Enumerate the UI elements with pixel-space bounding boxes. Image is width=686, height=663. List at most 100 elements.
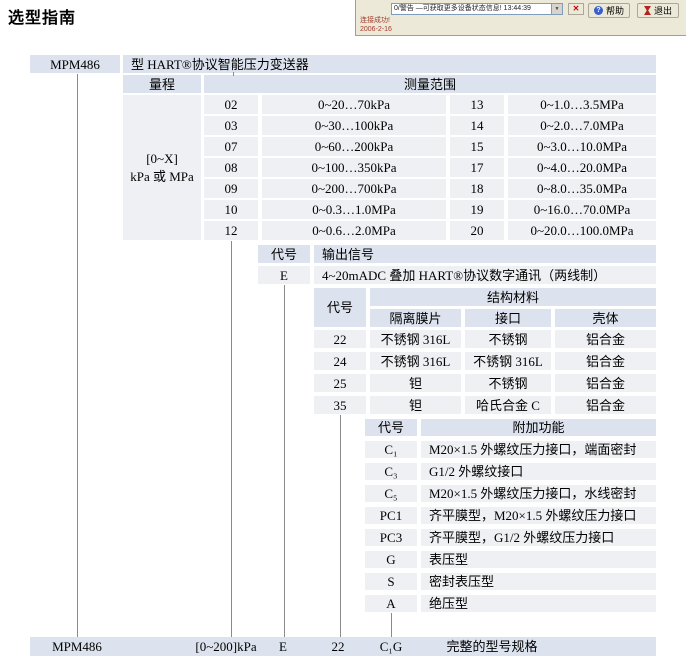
material-code-cell: 25 [314, 374, 366, 392]
exit-button[interactable]: 退出 [637, 3, 679, 18]
range-value-cell: 0~100…350kPa [262, 158, 446, 177]
material-housing-cell: 铝合金 [555, 330, 656, 348]
material-code-cell: 35 [314, 396, 366, 414]
range-code-cell: 15 [450, 137, 504, 156]
help-button[interactable]: ? 帮助 [588, 3, 630, 18]
extra-code-cell: C₃ [365, 463, 417, 480]
extra-code-cell: A [365, 595, 417, 612]
range-code-cell: 13 [450, 95, 504, 114]
range-code-cell: 17 [450, 158, 504, 177]
full-model-code: MPM486 [52, 637, 102, 656]
extra-code-cell: G [365, 551, 417, 568]
model-code-cell: MPM486 [30, 55, 120, 73]
range-code-cell: 10 [204, 200, 258, 219]
range-unit-line2: kPa 或 MPa [130, 168, 194, 186]
range-code-cell: 12 [204, 221, 258, 240]
range-value-cell: 0~20…70kPa [262, 95, 446, 114]
material-housing-cell: 铝合金 [555, 374, 656, 392]
full-model-label: 完整的型号规格 [446, 637, 537, 656]
connection-date: 2006-2-16 [360, 26, 392, 34]
range-value-cell: 0~30…100kPa [262, 116, 446, 135]
material-housing-cell: 铝合金 [555, 396, 656, 414]
material-diaphragm-cell: 不锈钢 316L [370, 352, 461, 370]
status-window: 0/警告 —可获取更多设备状态信息! 13:44:39 ▼ ✕ ? 帮助 退出 … [355, 0, 686, 36]
model-desc-cell: 型 HART®协议智能压力变送器 [123, 55, 656, 73]
extra-desc-cell: 齐平膜型，G1/2 外螺纹压力接口 [421, 529, 656, 546]
extra-desc-cell: M20×1.5 外螺纹压力接口，水线密封 [421, 485, 656, 502]
page: 选型指南 0/警告 —可获取更多设备状态信息! 13:44:39 ▼ ✕ ? 帮… [0, 0, 686, 663]
range-code-cell: 19 [450, 200, 504, 219]
page-title: 选型指南 [8, 4, 76, 28]
signal-code-header: 代号 [258, 245, 310, 263]
full-model-material: 22 [332, 637, 345, 656]
extra-desc-cell: M20×1.5 外螺纹压力接口，端面密封 [421, 441, 656, 458]
extra-code-header: 代号 [365, 419, 417, 436]
signal-header: 输出信号 [314, 245, 656, 263]
material-col-port: 接口 [465, 309, 551, 327]
range-code-cell: 09 [204, 179, 258, 198]
range-code-cell: 20 [450, 221, 504, 240]
material-port-cell: 不锈钢 316L [465, 352, 551, 370]
material-diaphragm-cell: 钽 [370, 396, 461, 414]
range-value-cell: 0~0.3…1.0MPa [262, 200, 446, 219]
chevron-down-icon[interactable]: ▼ [551, 4, 562, 14]
material-col-diaphragm: 隔离膜片 [370, 309, 461, 327]
range-unit-cell: [0~X] kPa 或 MPa [123, 95, 201, 240]
material-port-cell: 不锈钢 [465, 330, 551, 348]
material-code-header: 代号 [314, 288, 366, 327]
extra-desc-cell: 齐平膜型，M20×1.5 外螺纹压力接口 [421, 507, 656, 524]
signal-code-cell: E [258, 266, 310, 284]
range-code-cell: 14 [450, 116, 504, 135]
material-diaphragm-cell: 钽 [370, 374, 461, 392]
range-value-cell: 0~0.6…2.0MPa [262, 221, 446, 240]
signal-desc-cell: 4~20mADC 叠加 HART®协议数字通讯（两线制） [314, 266, 656, 284]
material-code-cell: 24 [314, 352, 366, 370]
range-code-cell: 18 [450, 179, 504, 198]
full-model-extra: C₁G [380, 637, 403, 656]
range-value-cell: 0~16.0…70.0MPa [508, 200, 656, 219]
extra-code-cell: C₁ [365, 441, 417, 458]
extra-header: 附加功能 [421, 419, 656, 436]
measure-range-header: 测量范围 [204, 75, 656, 93]
range-value-cell: 0~20.0…100.0MPa [508, 221, 656, 240]
extra-code-cell: S [365, 573, 417, 590]
connector-line [233, 72, 234, 76]
full-model-signal: E [279, 637, 287, 656]
extra-desc-cell: 密封表压型 [421, 573, 656, 590]
material-code-cell: 22 [314, 330, 366, 348]
message-dropdown[interactable]: 0/警告 —可获取更多设备状态信息! 13:44:39 ▼ [391, 3, 563, 15]
extra-code-cell: PC3 [365, 529, 417, 546]
extra-desc-cell: G1/2 外螺纹接口 [421, 463, 656, 480]
connector-line [391, 613, 392, 637]
material-diaphragm-cell: 不锈钢 316L [370, 330, 461, 348]
connector-line [231, 241, 232, 637]
range-code-cell: 03 [204, 116, 258, 135]
extra-desc-cell: 表压型 [421, 551, 656, 568]
dropdown-message: 0/警告 —可获取更多设备状态信息! 13:44:39 [392, 4, 551, 14]
material-port-cell: 哈氏合金 C [465, 396, 551, 414]
exit-label: 退出 [654, 4, 672, 17]
range-value-cell: 0~4.0…20.0MPa [508, 158, 656, 177]
range-value-cell: 0~2.0…7.0MPa [508, 116, 656, 135]
range-value-cell: 0~60…200kPa [262, 137, 446, 156]
material-housing-cell: 铝合金 [555, 352, 656, 370]
full-model-row: MPM486 [0~200]kPa E 22 C₁G 完整的型号规格 [30, 637, 656, 656]
connector-line [77, 74, 78, 637]
range-value-cell: 0~8.0…35.0MPa [508, 179, 656, 198]
range-value-cell: 0~1.0…3.5MPa [508, 95, 656, 114]
range-unit-line1: [0~X] [146, 150, 178, 168]
material-header: 结构材料 [370, 288, 656, 306]
extra-code-cell: PC1 [365, 507, 417, 524]
clear-message-button[interactable]: ✕ [568, 3, 584, 15]
extra-desc-cell: 绝压型 [421, 595, 656, 612]
help-label: 帮助 [606, 4, 624, 17]
connection-status: 连接成功! [360, 17, 390, 25]
help-icon: ? [594, 6, 603, 15]
material-col-housing: 壳体 [555, 309, 656, 327]
range-code-cell: 02 [204, 95, 258, 114]
full-model-range: [0~200]kPa [195, 637, 256, 656]
range-value-cell: 0~3.0…10.0MPa [508, 137, 656, 156]
extra-code-cell: C₅ [365, 485, 417, 502]
range-code-cell: 07 [204, 137, 258, 156]
exit-icon [644, 6, 651, 15]
